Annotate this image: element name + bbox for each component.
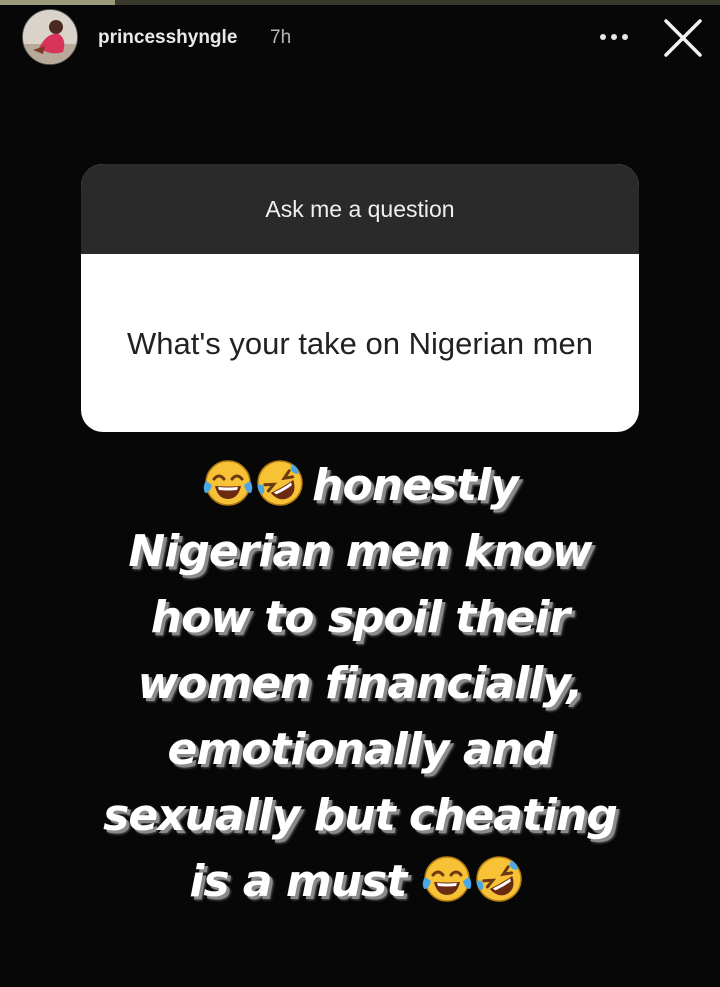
question-sticker[interactable]: Ask me a question What's your take on Ni… <box>81 164 639 432</box>
answer-line-1-text: honestly <box>312 460 519 511</box>
answer-line-4: women financially, <box>137 658 584 709</box>
answer-line-7: is a must <box>0 849 720 915</box>
post-timestamp: 7h <box>270 27 292 48</box>
answer-line-3: how to spoil their <box>150 592 570 643</box>
question-sticker-header: Ask me a question <box>81 164 639 254</box>
emoji-group-end <box>421 849 525 915</box>
answer-line-1: honestly <box>0 453 720 519</box>
rolling-on-the-floor-laughing-emoji <box>473 853 525 905</box>
username[interactable]: princesshyngle <box>98 27 237 49</box>
avatar[interactable] <box>22 9 78 65</box>
rolling-on-the-floor-laughing-emoji <box>254 457 306 509</box>
answer-line-5: emotionally and <box>167 724 554 775</box>
answer-line-2: Nigerian men know <box>128 526 592 577</box>
answer-line-7-text: is a must <box>189 856 407 907</box>
close-icon[interactable] <box>662 17 704 59</box>
face-with-tears-of-joy-emoji <box>202 457 254 509</box>
emoji-group-start <box>202 453 306 519</box>
answer-text: honestly Nigerian men know how to spoil … <box>0 453 720 915</box>
question-text: What's your take on Nigerian men <box>127 325 593 361</box>
story-header: princesshyngle 7h <box>0 5 720 69</box>
more-options-icon[interactable] <box>595 27 635 47</box>
face-with-tears-of-joy-emoji <box>421 853 473 905</box>
avatar-image <box>23 10 77 64</box>
answer-line-6: sexually but cheating <box>103 790 618 841</box>
